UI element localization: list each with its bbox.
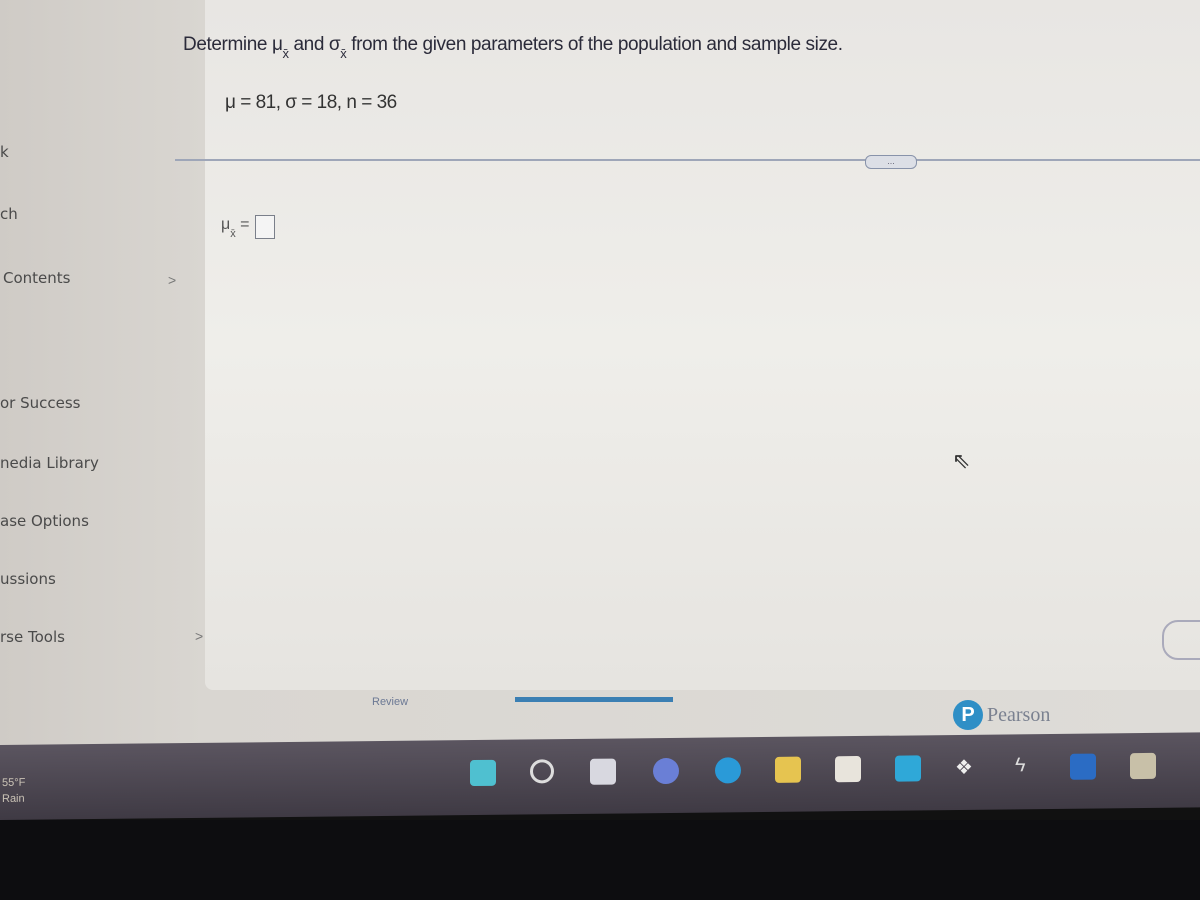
app-icon[interactable]: ϟ xyxy=(1015,754,1041,780)
dropbox-icon[interactable]: ❖ xyxy=(955,755,981,781)
equals-sign: = xyxy=(235,216,250,233)
question-text: Determine μx̄ and σx̄ from the given par… xyxy=(183,34,843,61)
temperature: 55°F xyxy=(2,776,26,789)
sigma-symbol: σ xyxy=(328,34,341,55)
taskbar: 55°F Rain ❖ ϟ xyxy=(0,732,1200,820)
word-icon[interactable] xyxy=(1070,753,1096,780)
given-parameters: μ = 81, σ = 18, n = 36 xyxy=(225,92,397,113)
mu-symbol: μ xyxy=(221,216,231,233)
pearson-logo-icon: P xyxy=(953,700,983,730)
screen: k ch Contents > or Success nedia Library… xyxy=(0,0,1200,745)
sidebar: k ch Contents > or Success nedia Library… xyxy=(0,0,203,745)
active-tab-indicator xyxy=(515,697,673,702)
xbar-subscript: x̄ xyxy=(340,46,347,61)
answer-input[interactable] xyxy=(255,215,275,239)
app-icon-2[interactable] xyxy=(1130,752,1156,780)
mouse-cursor-icon: ⇖ xyxy=(952,448,971,473)
sidebar-item-discussions[interactable]: ussions xyxy=(0,570,56,588)
weather-condition: Rain xyxy=(2,792,25,805)
question-prefix: Determine xyxy=(183,34,272,55)
divider xyxy=(175,159,1200,161)
question-and: and xyxy=(288,34,329,55)
mail-icon[interactable] xyxy=(895,755,921,782)
sidebar-item-course-tools[interactable]: rse Tools xyxy=(0,628,65,646)
weather-widget[interactable]: 55°F Rain xyxy=(2,775,25,807)
chat-icon[interactable] xyxy=(653,757,679,785)
monitor-bezel xyxy=(0,820,1200,900)
question-panel: Determine μx̄ and σx̄ from the given par… xyxy=(175,0,1200,690)
continue-button[interactable] xyxy=(1162,620,1200,660)
task-view-icon[interactable] xyxy=(590,758,616,785)
review-tab[interactable]: Review xyxy=(372,696,408,708)
more-options-button[interactable]: ... xyxy=(865,155,917,169)
xbar-subscript: x̄ xyxy=(282,46,290,61)
sidebar-item-contents[interactable]: Contents xyxy=(3,269,70,287)
sidebar-item-k[interactable]: k xyxy=(0,143,9,161)
pearson-logo: P Pearson xyxy=(953,700,1050,730)
sidebar-item-media-library[interactable]: nedia Library xyxy=(0,454,99,472)
edge-icon[interactable] xyxy=(715,757,741,784)
store-icon[interactable] xyxy=(835,755,861,783)
file-explorer-icon[interactable] xyxy=(775,756,801,783)
sidebar-item-search[interactable]: ch xyxy=(0,205,18,223)
xbar-subscript: x̄ xyxy=(230,228,236,240)
pearson-brand: Pearson xyxy=(987,703,1051,726)
question-suffix: from the given parameters of the populat… xyxy=(346,34,843,55)
chevron-right-icon[interactable]: > xyxy=(168,272,176,288)
mu-symbol: μ xyxy=(271,34,283,55)
answer-label: μx̄ = xyxy=(221,216,250,240)
windows-start-icon[interactable] xyxy=(470,759,496,787)
sidebar-item-success[interactable]: or Success xyxy=(0,394,81,412)
sidebar-item-purchase-options[interactable]: ase Options xyxy=(0,512,89,530)
chevron-right-icon[interactable]: > xyxy=(195,628,203,644)
search-icon[interactable] xyxy=(530,759,554,784)
